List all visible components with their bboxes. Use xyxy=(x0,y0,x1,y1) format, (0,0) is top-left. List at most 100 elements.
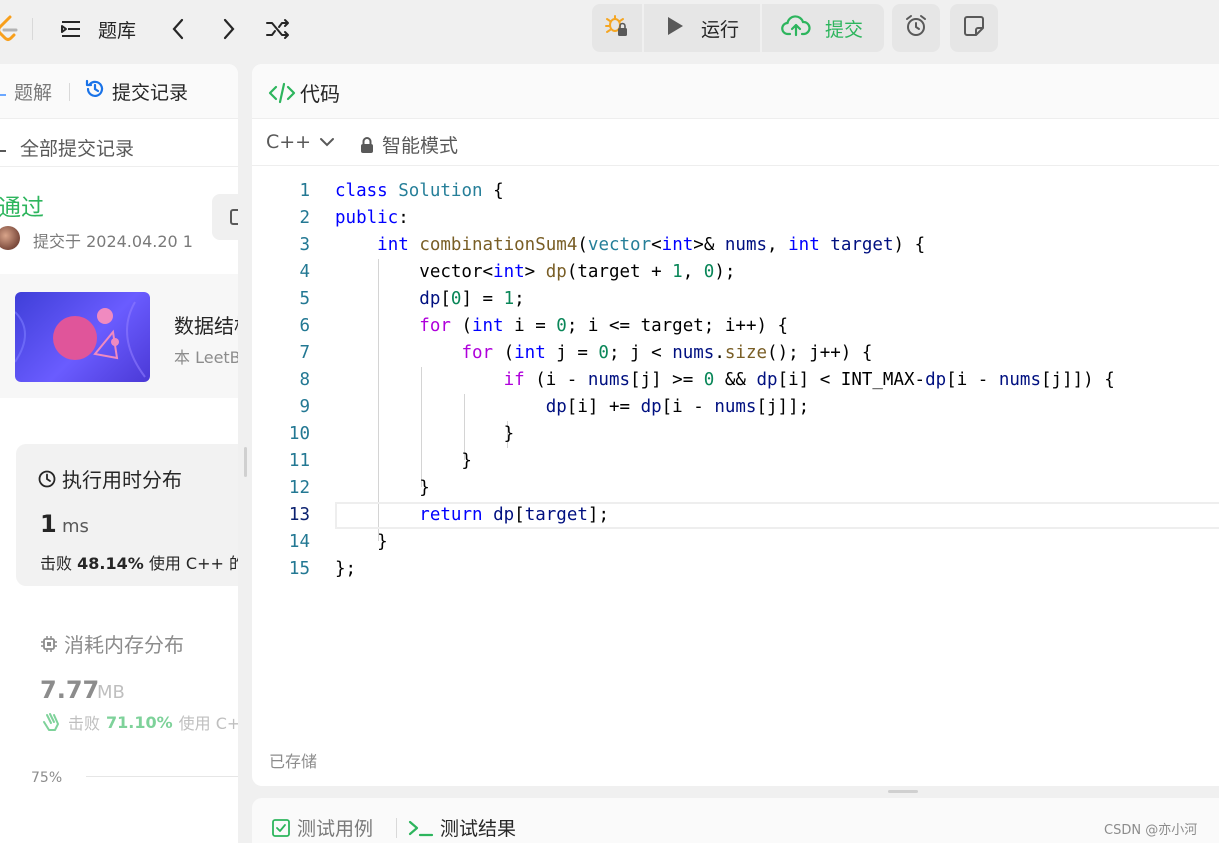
run-label: 运行 xyxy=(700,18,739,41)
distribution-axis-label: 75% xyxy=(31,770,63,786)
clock-icon xyxy=(38,470,56,487)
runtime-card[interactable]: 执行用时分布 1 ms 击败 48.14% 使用 C++ 的 xyxy=(16,444,238,586)
code-line: 10 } xyxy=(252,421,1219,448)
distribution-gridline xyxy=(86,776,238,777)
memory-title-label: 消耗内存分布 xyxy=(64,633,184,657)
code-panel: 代码 C++ 智能模式 1 class Solution { 2 public: 3… xyxy=(252,64,1219,786)
code-text: dp[i] += dp[i - nums[j]]; xyxy=(545,397,810,417)
tab-solutions[interactable]: 题解 xyxy=(0,78,52,105)
problem-list-label: 题库 xyxy=(98,19,137,42)
course-subtitle: 本 LeetB xyxy=(174,348,238,367)
random-problem-button[interactable] xyxy=(265,14,291,44)
line-number: 15 xyxy=(288,559,310,579)
memory-card[interactable]: 消耗内存分布 xyxy=(40,629,184,658)
memory-value: 7.77 xyxy=(40,676,100,704)
code-line: 15}; xyxy=(252,556,1219,583)
memory-beats-percent: 71.10% xyxy=(106,712,173,732)
panel-resize-handle-horizontal[interactable] xyxy=(888,790,918,793)
tab-solutions-label: 题解 xyxy=(14,82,53,104)
course-title: 数据结构 xyxy=(174,314,238,338)
copy-icon xyxy=(230,209,238,225)
smart-mode-toggle[interactable]: 智能模式 xyxy=(360,131,458,158)
submission-panel: 题解 提交记录 全部提交记录 通过 提交于 2024.04.20 1 数据结 本… xyxy=(0,64,238,843)
line-number: 7 xyxy=(299,343,310,363)
line-number: 13 xyxy=(288,505,310,525)
code-line: 2 public: xyxy=(252,205,1219,232)
course-thumbnail xyxy=(15,292,150,382)
code-line: 14 } xyxy=(252,529,1219,556)
debug-button[interactable] xyxy=(592,4,642,52)
line-number: 9 xyxy=(299,397,310,417)
runtime-value: 1 xyxy=(40,510,57,538)
line-number: 4 xyxy=(299,262,310,282)
tab-test-result-label: 测试结果 xyxy=(440,818,517,840)
arrow-left-icon xyxy=(0,136,6,158)
watermark: CSDN @亦小河 xyxy=(1104,823,1198,838)
problem-list-button[interactable]: 题库 xyxy=(60,14,136,44)
code-line: 7 for (int j = 0; j < nums.size(); j++) … xyxy=(252,340,1219,367)
editor-toolbar: C++ 智能模式 xyxy=(252,119,1219,166)
bug-lock-icon xyxy=(604,13,630,44)
memory-beats: 击败 71.10% 使用 C++ xyxy=(40,710,238,734)
prev-problem-button[interactable] xyxy=(170,14,186,44)
tab-testcase-label: 测试用例 xyxy=(297,818,374,840)
copy-button[interactable] xyxy=(212,194,238,240)
play-icon xyxy=(665,15,685,42)
runtime-title-label: 执行用时分布 xyxy=(62,468,182,492)
code-text: } xyxy=(335,424,515,444)
code-editor[interactable]: 1 class Solution { 2 public: 3 int combina… xyxy=(252,178,1219,618)
submit-button[interactable]: 提交 xyxy=(760,4,882,52)
code-line: 3 int combinationSum4(vector<int>& nums,… xyxy=(252,232,1219,259)
runtime-beats-prefix: 击败 xyxy=(40,554,73,573)
checkbox-icon xyxy=(272,818,290,837)
code-header: 代码 xyxy=(252,64,1219,119)
avatar xyxy=(0,226,20,250)
code-text: return dp[target]; xyxy=(419,505,609,525)
course-promo[interactable]: 数据结构 本 LeetB xyxy=(0,274,238,398)
tab-submissions-label: 提交记录 xyxy=(112,82,189,104)
cloud-upload-icon xyxy=(781,14,811,43)
notes-button[interactable] xyxy=(950,4,998,52)
code-text: vector<int> dp(target + 1, 0); xyxy=(335,262,736,282)
runtime-beats-percent: 48.14% xyxy=(77,554,144,573)
line-number: 3 xyxy=(299,235,310,255)
line-number: 2 xyxy=(299,208,310,228)
chip-icon xyxy=(41,635,57,652)
history-icon xyxy=(84,78,106,105)
tab-testcase[interactable]: 测试用例 xyxy=(271,814,373,841)
runtime-beats-suffix: 使用 C++ 的 xyxy=(148,554,238,573)
code-brackets-icon xyxy=(268,82,296,103)
note-icon xyxy=(962,14,986,43)
memory-unit: MB xyxy=(97,682,125,703)
lock-icon xyxy=(361,136,373,153)
leetcode-logo-icon[interactable] xyxy=(0,14,20,42)
code-text: } xyxy=(335,451,472,471)
flask-icon xyxy=(0,79,8,104)
code-tab[interactable]: 代码 xyxy=(268,78,340,107)
code-text: class Solution { xyxy=(335,181,504,201)
tab-divider xyxy=(69,83,70,101)
code-line: 12 } xyxy=(252,475,1219,502)
all-submissions-link[interactable]: 全部提交记录 xyxy=(0,128,238,167)
tab-test-result[interactable]: 测试结果 xyxy=(408,814,516,841)
code-line-current: 13 return dp[target]; xyxy=(252,502,1219,529)
language-select[interactable]: C++ xyxy=(266,131,335,153)
code-text: for (int j = 0; j < nums.size(); j++) { xyxy=(461,343,873,363)
tab-submissions[interactable]: 提交记录 xyxy=(84,78,188,105)
runtime-unit: ms xyxy=(62,516,89,537)
line-number: 11 xyxy=(288,451,310,471)
submission-time: 提交于 2024.04.20 1 xyxy=(33,232,193,251)
run-button[interactable]: 运行 xyxy=(642,4,760,52)
list-icon xyxy=(60,19,82,39)
code-text: public: xyxy=(335,208,409,228)
panel-resize-handle[interactable] xyxy=(244,447,247,477)
code-line: 9 dp[i] += dp[i - nums[j]]; xyxy=(252,394,1219,421)
terminal-icon xyxy=(408,820,434,836)
next-problem-button[interactable] xyxy=(221,14,237,44)
all-submissions-label: 全部提交记录 xyxy=(20,137,135,160)
code-text: } xyxy=(335,532,388,552)
code-text: if (i - nums[j] >= 0 && dp[i] < INT_MAX-… xyxy=(503,370,1115,390)
runtime-title: 执行用时分布 xyxy=(38,464,182,493)
topbar-divider xyxy=(32,18,33,40)
timer-button[interactable] xyxy=(892,4,940,52)
